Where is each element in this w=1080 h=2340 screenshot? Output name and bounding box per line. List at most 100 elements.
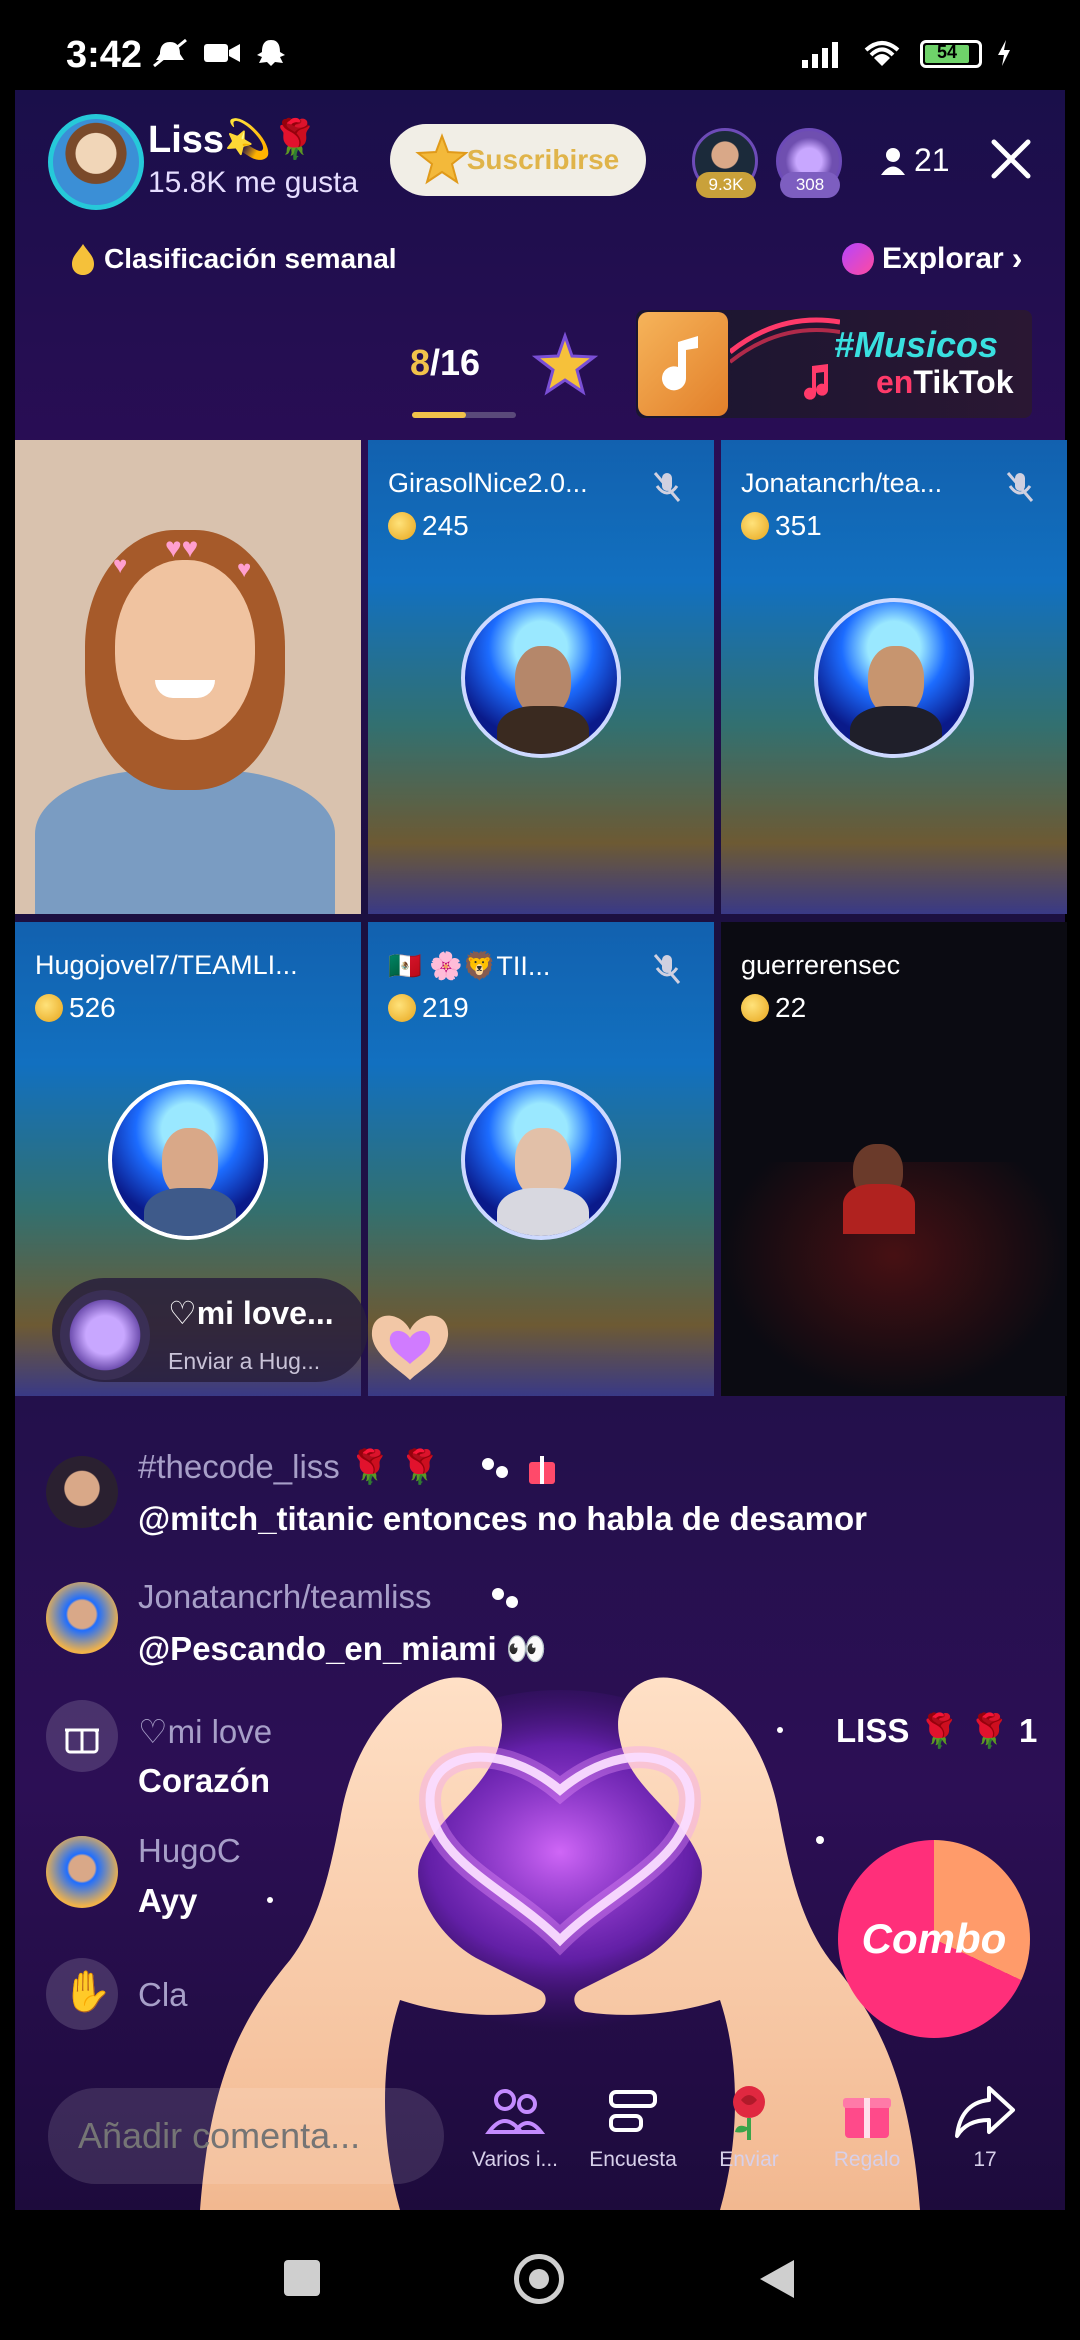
carousel-progress-fill xyxy=(412,412,466,418)
coin-icon xyxy=(741,994,769,1022)
guest-coins-value: 351 xyxy=(775,510,822,541)
combo-button[interactable]: Combo xyxy=(838,1840,1030,2038)
flame-icon xyxy=(72,244,94,275)
battery-icon: 54 xyxy=(920,40,982,68)
poll-icon xyxy=(609,2090,657,2132)
chat-username[interactable]: #thecode_liss 🌹 🌹 xyxy=(138,1448,440,1487)
home-button[interactable] xyxy=(514,2254,564,2304)
carousel-total: /16 xyxy=(430,342,481,383)
coin-icon xyxy=(35,994,63,1022)
host-jacket xyxy=(35,770,335,914)
viewer-count-value: 21 xyxy=(914,142,950,178)
gift-sender-avatar xyxy=(60,1290,150,1380)
viewer-badge-2: 308 xyxy=(780,172,840,198)
team-badge-icon xyxy=(482,1458,508,1478)
host-avatar[interactable] xyxy=(48,114,144,210)
host-likes: 15.8K me gusta xyxy=(148,166,359,199)
guest-tile[interactable]: GirasolNice2.0... 245 xyxy=(368,440,714,914)
coin-icon xyxy=(388,994,416,1022)
recent-apps-button[interactable] xyxy=(284,2260,320,2296)
person-icon xyxy=(881,147,905,175)
share-count: 17 xyxy=(973,2148,997,2171)
viewer-count[interactable]: 21 xyxy=(880,142,950,179)
gift-icon xyxy=(65,1728,99,1754)
host-name[interactable]: Liss💫🌹 xyxy=(148,118,319,162)
guest-name: Hugojovel7/TEAMLI... xyxy=(35,950,298,980)
wifi-icon xyxy=(864,41,900,66)
close-icon[interactable] xyxy=(986,134,1036,184)
guest-name: GirasolNice2.0... xyxy=(388,468,588,498)
gift-button[interactable]: Regalo xyxy=(812,2080,922,2172)
music-note-icon xyxy=(804,364,828,400)
comment-input[interactable] xyxy=(48,2088,444,2184)
gift-label: Regalo xyxy=(833,2148,901,2171)
snapchat-icon xyxy=(257,40,285,66)
host-video-tile[interactable]: ♥♥ ♥ ♥ xyxy=(15,440,361,914)
team-badge-icon xyxy=(492,1588,518,1608)
guest-avatar xyxy=(108,1080,268,1240)
guest-coins-value: 526 xyxy=(69,992,116,1023)
back-button[interactable] xyxy=(754,2256,798,2302)
heart-hands-gift-icon xyxy=(371,1315,449,1380)
host-face xyxy=(115,560,255,740)
guest-coins: 526 xyxy=(35,992,116,1024)
multi-guest-label: Varios i... xyxy=(472,2148,558,2171)
mic-muted-icon xyxy=(653,954,681,984)
multi-guest-icon xyxy=(485,2089,546,2134)
chat-avatar[interactable] xyxy=(46,1836,118,1908)
system-navigation-bar xyxy=(0,2210,1080,2340)
guest-name: guerrerensec xyxy=(741,950,901,980)
coin-icon xyxy=(741,512,769,540)
explore-link[interactable]: Explorar › xyxy=(842,240,1022,277)
poll-button[interactable]: Encuesta xyxy=(578,2080,688,2172)
promo-tiktok: TikTok xyxy=(913,364,1014,400)
multi-guest-button[interactable]: Varios i... xyxy=(460,2080,570,2172)
star-icon[interactable] xyxy=(530,330,600,400)
weekly-ranking-link[interactable]: Clasificación semanal xyxy=(68,242,397,276)
share-arrow-icon xyxy=(955,2086,1015,2138)
guest-avatar xyxy=(461,1080,621,1240)
guest-tile[interactable]: guerrerensec 22 xyxy=(721,922,1067,1396)
weekly-ranking-label: Clasificación semanal xyxy=(104,243,397,274)
chat-username[interactable]: Jonatancrh/teamliss xyxy=(138,1578,431,1616)
gift-box-icon xyxy=(843,2098,891,2138)
guest-coins: 245 xyxy=(388,510,469,542)
carousel-current: 8 xyxy=(410,342,431,383)
chat-avatar[interactable] xyxy=(46,1582,118,1654)
coin-icon xyxy=(388,512,416,540)
status-bar: 3:42 54 xyxy=(0,0,1080,90)
guest-avatar xyxy=(461,598,621,758)
signal-icon xyxy=(802,42,838,68)
explore-icon xyxy=(842,242,874,275)
guest-avatar xyxy=(814,598,974,758)
star-icon xyxy=(415,133,469,185)
chat-avatar[interactable] xyxy=(46,1456,118,1528)
host-smile xyxy=(155,680,215,698)
guest-name: Jonatancrh/tea... xyxy=(741,468,943,498)
promo-subtitle: enTikTok xyxy=(876,364,1014,401)
heart-filter-icon: ♥♥ xyxy=(165,532,199,563)
chevron-right-icon: › xyxy=(1011,240,1023,276)
share-button[interactable]: 17 xyxy=(930,2080,1040,2172)
gift-sender-name: ♡mi love... xyxy=(168,1295,334,1331)
guest-coins: 22 xyxy=(741,992,806,1024)
guest-coins-value: 219 xyxy=(422,992,469,1023)
guest-coins-value: 245 xyxy=(422,510,469,541)
wave-hand-icon: ✋ xyxy=(62,1970,112,2014)
rose-icon xyxy=(733,2086,765,2140)
guest-name: 🇲🇽 🌸🦁TII... xyxy=(388,951,551,981)
send-label: Enviar xyxy=(719,2148,779,2171)
chat-message: @mitch_titanic entonces no habla de desa… xyxy=(138,1500,868,1537)
guest-tile[interactable]: Jonatancrh/tea... 351 xyxy=(721,440,1067,914)
guest-coins: 219 xyxy=(388,992,469,1024)
send-rose-button[interactable]: Enviar xyxy=(694,2080,804,2172)
gift-recipient: Enviar a Hug... xyxy=(168,1348,321,1374)
viewer-badge-1: 9.3K xyxy=(696,172,756,198)
muted-notification-icon xyxy=(153,38,187,68)
heart-filter-icon: ♥ xyxy=(113,552,128,579)
guest-coins: 351 xyxy=(741,510,822,542)
gift-badge-icon xyxy=(529,1456,555,1484)
subscribe-label: Suscribirse xyxy=(466,144,620,175)
promo-hashtag: #Musicos xyxy=(834,324,999,365)
status-time: 3:42 xyxy=(66,34,143,76)
